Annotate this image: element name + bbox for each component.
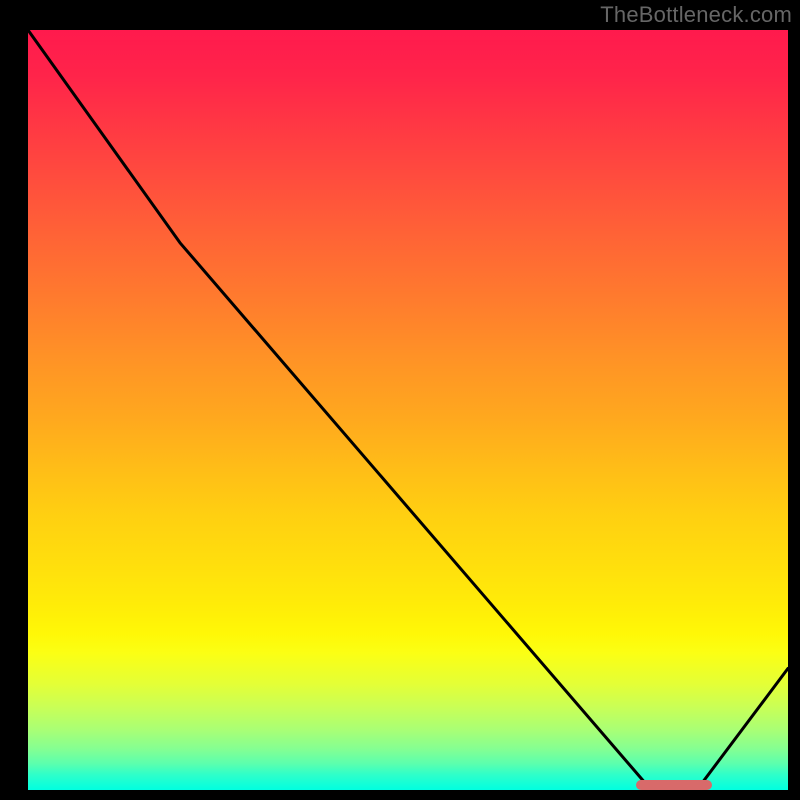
bottleneck-curve	[28, 30, 788, 790]
attribution-text: TheBottleneck.com	[600, 2, 792, 28]
optimal-range-marker	[636, 780, 712, 790]
curve-path	[28, 30, 788, 790]
chart-plot-area	[28, 30, 788, 790]
